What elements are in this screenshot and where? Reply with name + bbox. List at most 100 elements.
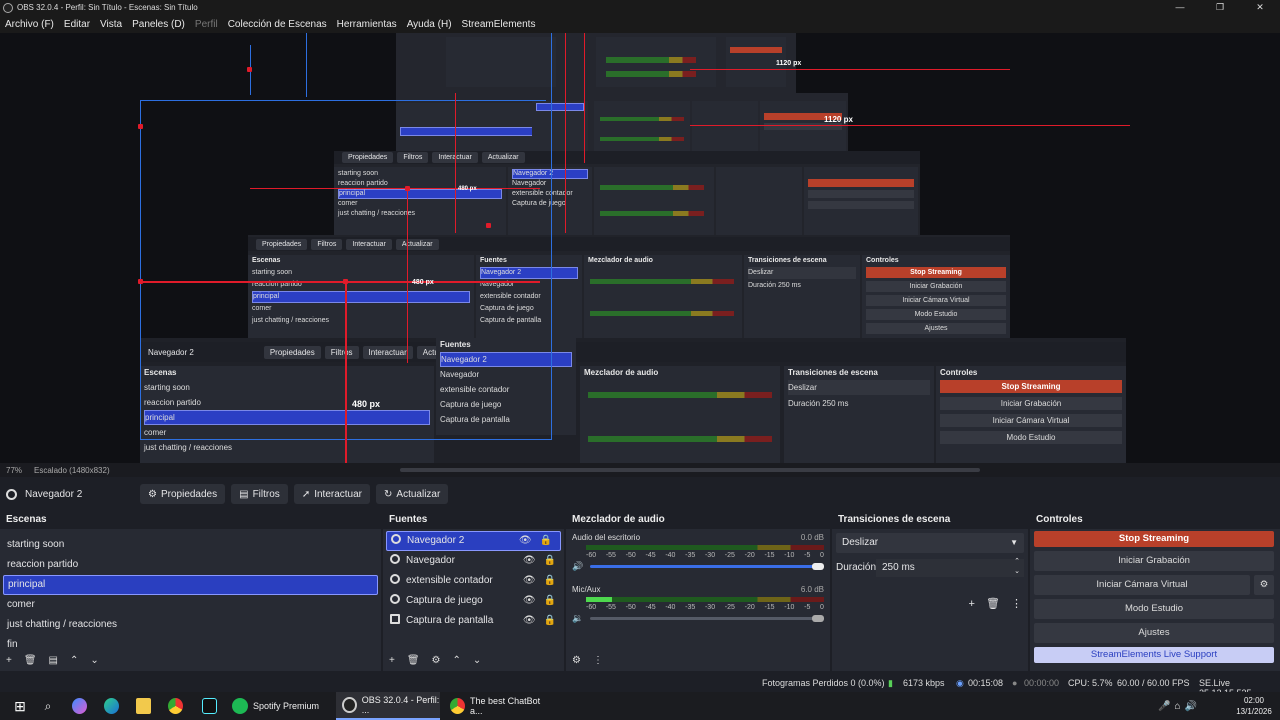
volume-knob[interactable] bbox=[812, 615, 824, 622]
se-live-support-button[interactable]: StreamElements Live Support bbox=[1034, 647, 1274, 663]
preview-horizontal-scrollbar[interactable] bbox=[400, 468, 980, 472]
scene-item[interactable]: starting soon bbox=[0, 535, 381, 555]
lock-icon[interactable]: 🔒 bbox=[544, 575, 556, 586]
handle-dot bbox=[343, 279, 348, 284]
source-item[interactable]: Navegador 👁 🔒 bbox=[383, 551, 564, 571]
mixer-toolbar: ⚙ ⋮ bbox=[566, 649, 830, 671]
close-button[interactable]: ✕ bbox=[1240, 0, 1280, 15]
transition-menu-icon[interactable]: ⋮ bbox=[1011, 598, 1022, 610]
eye-icon[interactable]: 👁 bbox=[519, 535, 532, 546]
lock-icon[interactable]: 🔒 bbox=[544, 555, 556, 566]
meter-scale: -60 -55 -50 -45 -40 -35 -30 -25 -20 -15 -10 -5 0 bbox=[586, 604, 824, 611]
source-item-selected[interactable]: Navegador 2 👁 🔒 bbox=[386, 531, 561, 551]
speaker-icon[interactable]: 🔊 bbox=[572, 561, 583, 572]
add-transition-icon[interactable]: + bbox=[968, 598, 974, 610]
duration-spinbox[interactable]: 250 ms ⌃ ⌄ bbox=[876, 557, 1024, 577]
remove-scene-icon[interactable]: 🗑 bbox=[24, 655, 37, 666]
menu-editar[interactable]: Editar bbox=[64, 19, 90, 30]
mixer-channel-desktop: Audio del escritorio 0.0 dB -60 -55 -50 -45… bbox=[572, 533, 824, 577]
globe-icon bbox=[390, 554, 400, 564]
virtual-camera-settings-icon[interactable]: ⚙ bbox=[1254, 575, 1274, 595]
menu-paneles[interactable]: Paneles (D) bbox=[132, 19, 185, 30]
transition-type-select[interactable]: Deslizar ▼ bbox=[836, 533, 1024, 553]
menu-herramientas[interactable]: Herramientas bbox=[337, 19, 397, 30]
lock-icon[interactable]: 🔒 bbox=[540, 535, 552, 546]
properties-button[interactable]: ⚙ Propiedades bbox=[140, 484, 226, 504]
transition-type-value: Deslizar bbox=[842, 537, 879, 548]
scene-filters-icon[interactable]: ▤ bbox=[49, 655, 58, 666]
source-item[interactable]: Captura de juego 👁 🔒 bbox=[383, 591, 564, 611]
menu-coleccion-escenas[interactable]: Colección de Escenas bbox=[228, 19, 327, 30]
scene-item[interactable]: comer bbox=[0, 595, 381, 615]
taskbar-app-chatbot[interactable]: The best ChatBot a... bbox=[450, 692, 550, 720]
menu-perfil[interactable]: Perfil bbox=[195, 19, 218, 30]
move-down-icon[interactable]: ⌄ bbox=[90, 655, 98, 666]
interact-button[interactable]: ➚ Interactuar bbox=[293, 484, 371, 504]
maximize-button[interactable]: ❐ bbox=[1200, 0, 1240, 15]
spin-arrows-icon[interactable]: ⌃ ⌄ bbox=[1014, 557, 1020, 577]
zoom-level[interactable]: 77% bbox=[6, 466, 22, 475]
menu-ayuda[interactable]: Ayuda (H) bbox=[407, 19, 452, 30]
add-scene-icon[interactable]: + bbox=[6, 655, 12, 666]
lock-icon[interactable]: 🔒 bbox=[544, 595, 556, 606]
selected-source: Navegador 2 bbox=[0, 488, 140, 500]
edge-icon[interactable] bbox=[104, 692, 124, 720]
source-settings-icon[interactable]: ⚙ bbox=[432, 655, 441, 666]
move-up-icon[interactable]: ⌃ bbox=[453, 655, 461, 666]
lock-icon[interactable]: 🔒 bbox=[544, 615, 556, 626]
refresh-button[interactable]: ↻ Actualizar bbox=[376, 484, 449, 504]
start-recording-button[interactable]: Iniciar Grabación bbox=[1034, 551, 1274, 571]
move-up-icon[interactable]: ⌃ bbox=[70, 655, 78, 666]
eye-icon[interactable]: 👁 bbox=[523, 575, 536, 586]
tiktok-icon[interactable] bbox=[202, 692, 222, 720]
minimize-button[interactable]: — bbox=[1160, 0, 1200, 15]
clock[interactable]: 02:00 13/1/2026 bbox=[1232, 692, 1276, 720]
source-item[interactable]: extensible contador 👁 🔒 bbox=[383, 571, 564, 591]
speaker-icon[interactable]: 🔉 bbox=[572, 613, 583, 624]
scenes-toolbar: + 🗑 ▤ ⌃ ⌄ bbox=[0, 649, 381, 671]
volume-knob[interactable] bbox=[812, 563, 824, 570]
measure-label: 480 px bbox=[458, 186, 477, 192]
windows-start-icon[interactable]: ⊞ bbox=[10, 692, 30, 720]
eye-icon[interactable]: 👁 bbox=[523, 555, 536, 566]
chrome-icon[interactable] bbox=[168, 692, 188, 720]
studio-mode-button[interactable]: Modo Estudio bbox=[1034, 599, 1274, 619]
menu-archivo[interactable]: Archivo (F) bbox=[5, 19, 54, 30]
source-name: Navegador bbox=[406, 555, 455, 566]
source-name: Captura de juego bbox=[406, 595, 483, 606]
record-icon: ● bbox=[1012, 678, 1018, 688]
scale-mode[interactable]: Escalado (1480x832) bbox=[34, 466, 110, 475]
menu-streamelements[interactable]: StreamElements bbox=[462, 19, 536, 30]
move-down-icon[interactable]: ⌄ bbox=[473, 655, 481, 666]
source-item[interactable]: Captura de pantalla 👁 🔒 bbox=[383, 611, 564, 631]
menu-vista[interactable]: Vista bbox=[100, 19, 122, 30]
eye-icon[interactable]: 👁 bbox=[523, 595, 536, 606]
scenes-dock: Escenas starting soon reaccion partido p… bbox=[0, 511, 381, 671]
file-explorer-icon[interactable] bbox=[136, 692, 156, 720]
taskbar-app-spotify[interactable]: Spotify Premium bbox=[232, 692, 322, 720]
filters-button[interactable]: ▤ Filtros bbox=[231, 484, 288, 504]
preview-canvas[interactable]: PropiedadesFiltrosInteractuarActualizar … bbox=[0, 33, 1280, 463]
volume-slider[interactable] bbox=[590, 565, 816, 568]
system-tray[interactable]: 🎤 ⌂ 🔊 bbox=[1158, 692, 1228, 720]
globe-icon bbox=[6, 488, 17, 500]
scene-item[interactable]: just chatting / reacciones bbox=[0, 615, 381, 635]
stop-streaming-button[interactable]: Stop Streaming bbox=[1034, 531, 1274, 547]
remove-source-icon[interactable]: 🗑 bbox=[407, 655, 420, 666]
settings-button[interactable]: Ajustes bbox=[1034, 623, 1274, 643]
start-virtual-camera-button[interactable]: Iniciar Cámara Virtual bbox=[1034, 575, 1250, 595]
nested-capture-4 bbox=[396, 33, 796, 93]
advanced-audio-icon[interactable]: ⚙ bbox=[572, 655, 581, 666]
mixer-channel-mic: Mic/Aux 6.0 dB -60 -55 -50 -45 -40 -35 -30 -25-… bbox=[572, 585, 824, 629]
taskbar-app-obs[interactable]: OBS 32.0.4 - Perfil: ... bbox=[336, 692, 440, 720]
mixer-menu-icon[interactable]: ⋮ bbox=[593, 655, 603, 666]
copilot-icon[interactable] bbox=[72, 692, 92, 720]
add-source-icon[interactable]: + bbox=[389, 655, 395, 666]
scene-item[interactable]: reaccion partido bbox=[0, 555, 381, 575]
scene-item-selected[interactable]: principal bbox=[3, 575, 378, 595]
search-icon[interactable]: ⌕ bbox=[38, 692, 58, 720]
remove-transition-icon[interactable]: 🗑 bbox=[986, 598, 1000, 610]
mic-icon: 🎤 bbox=[1158, 700, 1175, 712]
volume-slider[interactable] bbox=[590, 617, 816, 620]
eye-icon[interactable]: 👁 bbox=[523, 615, 536, 626]
